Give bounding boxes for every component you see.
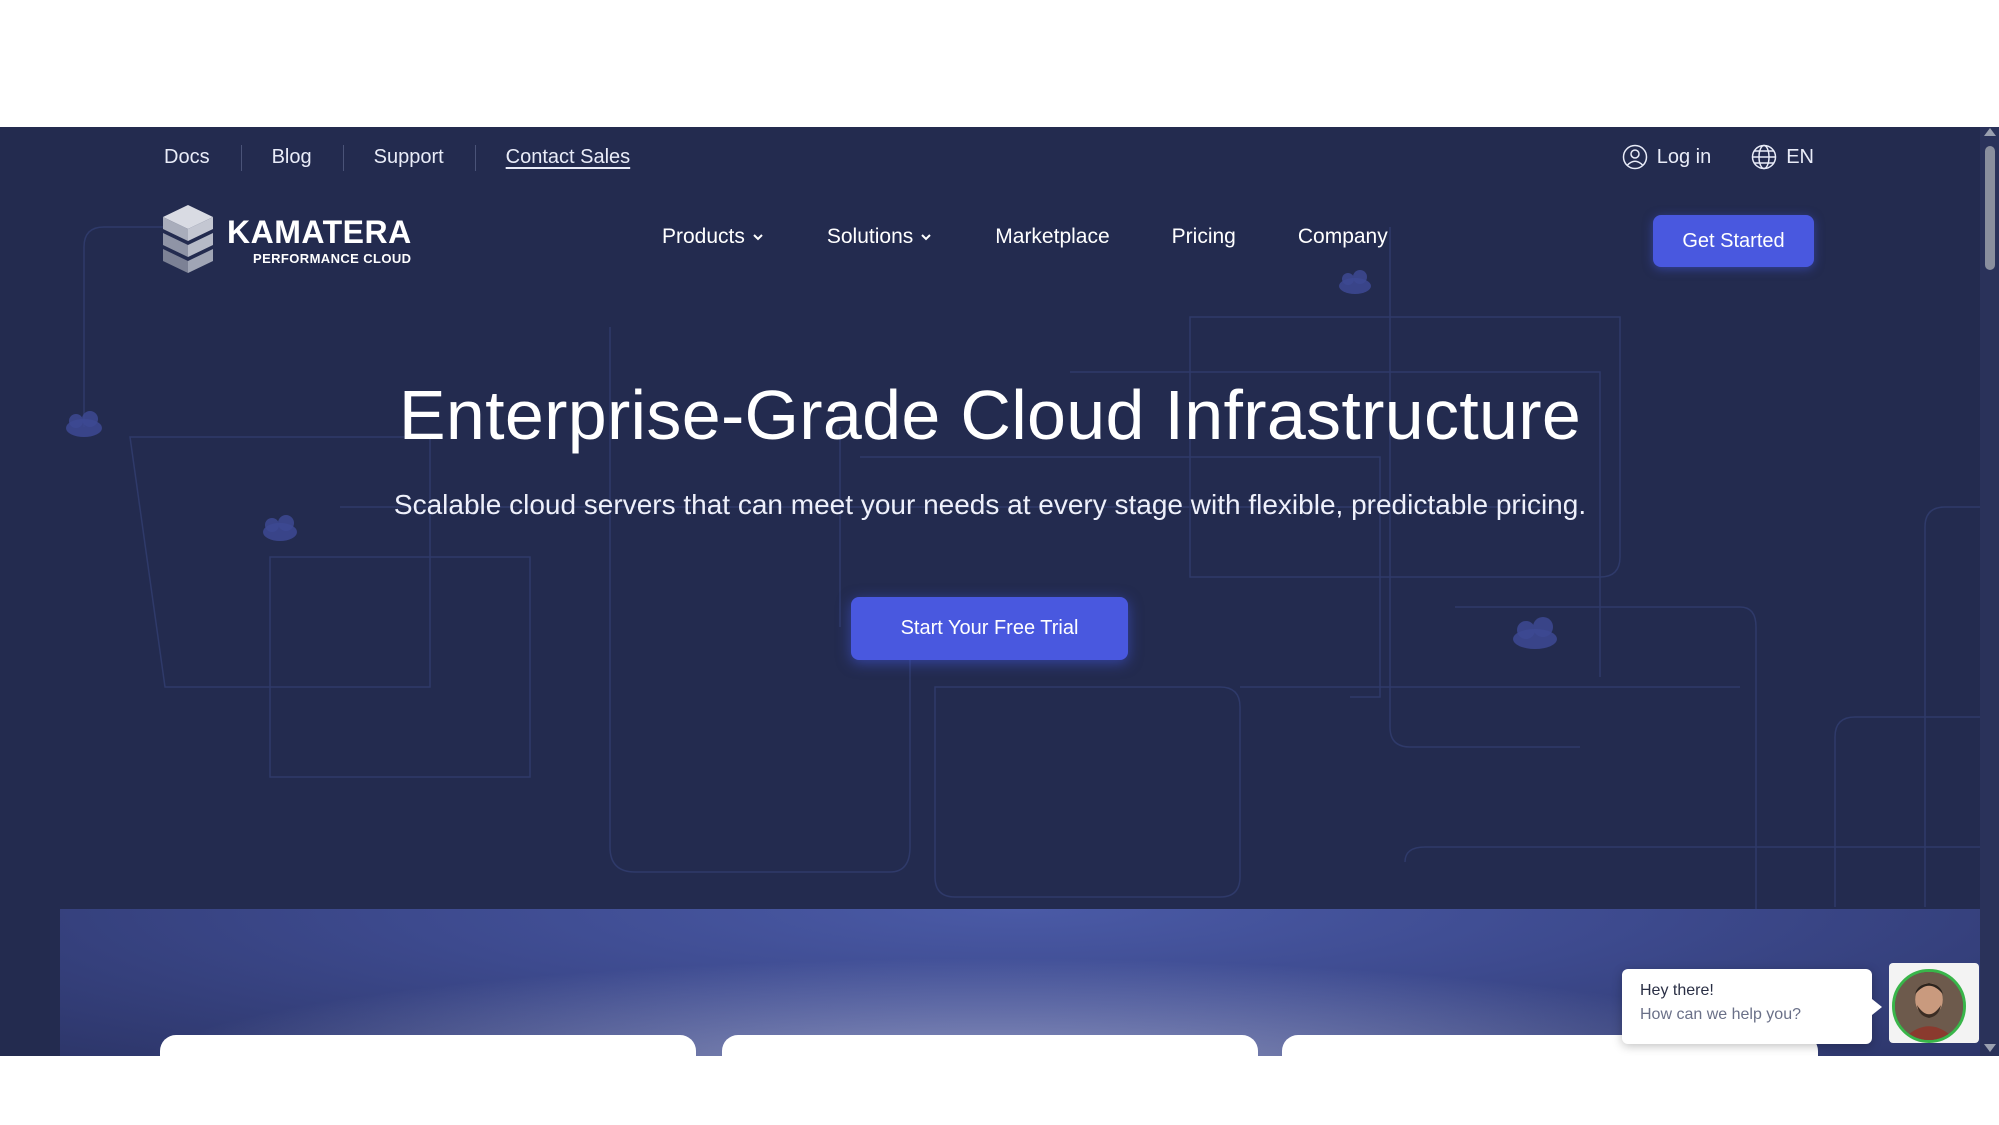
start-free-trial-button[interactable]: Start Your Free Trial [851, 597, 1128, 660]
user-icon [1622, 144, 1647, 170]
login-link[interactable]: Log in [1622, 144, 1712, 170]
language-selector[interactable]: EN [1751, 144, 1814, 170]
feature-card[interactable] [160, 1035, 696, 1056]
login-label: Log in [1656, 145, 1712, 168]
chevron-down-icon [921, 234, 931, 241]
logo-tagline: PERFORMANCE CLOUD [253, 250, 412, 266]
chat-prompt-bubble[interactable]: Hey there! How can we help you? [1622, 969, 1882, 1044]
hero-title: Enterprise-Grade Cloud Infrastructure [398, 376, 1582, 454]
logo-mark-icon [163, 205, 213, 273]
scroll-up-arrow-icon[interactable] [1984, 128, 1996, 136]
scroll-down-arrow-icon[interactable] [1984, 1044, 1996, 1052]
chat-message: How can we help you? [1640, 1006, 1801, 1023]
blog-link[interactable]: Blog [240, 141, 343, 173]
nav-solutions[interactable]: Solutions [827, 225, 933, 249]
nav-products-label: Products [662, 225, 745, 248]
page-scrollbar[interactable] [1980, 127, 1999, 1056]
globe-icon [1751, 144, 1777, 170]
nav-marketplace[interactable]: Marketplace [995, 225, 1109, 249]
agent-portrait-icon [1895, 972, 1963, 1040]
docs-link[interactable]: Docs [164, 141, 241, 173]
chevron-down-icon [753, 234, 763, 241]
feature-card[interactable] [722, 1035, 1258, 1056]
chat-title: Hey there! [1640, 982, 1714, 999]
top-utility-nav: Docs Blog Support Contact Sales [164, 141, 661, 173]
nav-products[interactable]: Products [662, 225, 765, 249]
hero-subtitle: Scalable cloud servers that can meet you… [393, 489, 1587, 520]
nav-company[interactable]: Company [1298, 225, 1388, 249]
chat-agent-avatar[interactable] [1892, 969, 1966, 1043]
logo-name: KAMATERA [227, 213, 412, 250]
nav-solutions-label: Solutions [826, 225, 914, 248]
main-nav: Products Solutions Marketplace Pricing C… [662, 225, 1388, 249]
kamatera-logo[interactable]: KAMATERA PERFORMANCE CLOUD [163, 205, 412, 275]
contact-sales-link[interactable]: Contact Sales [474, 141, 662, 173]
nav-pricing[interactable]: Pricing [1172, 225, 1236, 249]
language-label: EN [1786, 145, 1814, 168]
page-viewport: Docs Blog Support Contact Sales Log in E… [0, 127, 1999, 1056]
support-link[interactable]: Support [342, 141, 475, 173]
account-language-controls: Log in EN [1622, 141, 1814, 173]
scroll-thumb[interactable] [1985, 146, 1995, 270]
get-started-button[interactable]: Get Started [1653, 215, 1814, 267]
